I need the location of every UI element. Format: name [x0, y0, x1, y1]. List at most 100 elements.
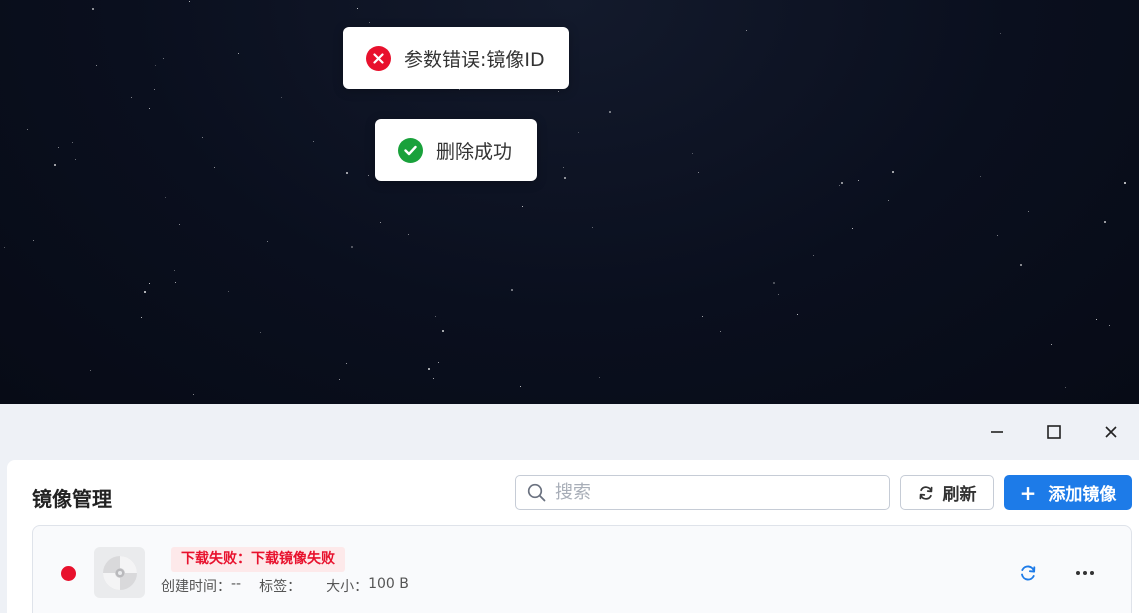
star: [746, 30, 747, 31]
star: [997, 235, 999, 237]
star: [1124, 182, 1127, 185]
star: [435, 316, 437, 318]
star: [511, 289, 514, 292]
star: [54, 164, 57, 167]
more-options-button[interactable]: [1073, 561, 1097, 585]
star: [339, 379, 341, 381]
image-list-item[interactable]: 下载失败：下载镜像失败 创建时间： -- 标签： 大小： 100 B: [32, 525, 1132, 613]
star: [892, 171, 895, 174]
background-starfield: [0, 0, 1139, 404]
star: [841, 182, 844, 185]
star: [260, 332, 261, 333]
star: [578, 132, 580, 134]
star: [75, 159, 76, 160]
star: [839, 185, 841, 187]
sync-icon: [1021, 565, 1036, 581]
star: [564, 177, 567, 180]
star: [368, 175, 369, 176]
star: [144, 291, 147, 294]
star: [228, 291, 229, 292]
status-dot: [61, 566, 76, 581]
star: [858, 180, 860, 182]
minimize-button[interactable]: [968, 404, 1025, 460]
star: [33, 240, 35, 242]
star: [442, 330, 445, 333]
star: [155, 65, 156, 66]
minimize-icon: [990, 431, 1003, 433]
star: [1020, 264, 1023, 267]
close-button[interactable]: [1082, 404, 1139, 460]
disc-icon: [94, 547, 145, 598]
star: [131, 97, 132, 98]
star: [813, 255, 814, 256]
size-label: 大小：: [326, 579, 369, 595]
plus-icon: +: [1019, 480, 1037, 505]
star: [346, 172, 349, 175]
check-circle-icon: [398, 137, 423, 163]
star: [189, 1, 190, 2]
star: [428, 368, 431, 371]
star: [214, 167, 215, 168]
size-value: 100 B: [368, 576, 409, 592]
star: [267, 241, 269, 243]
star: [96, 65, 97, 66]
star: [888, 200, 889, 201]
star: [609, 111, 612, 114]
maximize-icon: [1046, 425, 1061, 439]
star: [4, 247, 6, 249]
star: [408, 234, 410, 236]
tags-label: 标签：: [259, 579, 302, 595]
error-circle-icon: [366, 45, 391, 71]
star: [797, 314, 799, 316]
star: [193, 394, 195, 396]
star: [1028, 211, 1029, 212]
star: [1109, 325, 1111, 327]
star: [433, 378, 434, 379]
star: [1065, 387, 1067, 389]
star: [369, 22, 371, 24]
star: [852, 228, 853, 229]
star: [165, 197, 166, 198]
star: [58, 147, 59, 148]
refresh-button[interactable]: 刷新: [900, 475, 994, 510]
star: [698, 172, 700, 174]
search-input[interactable]: [555, 482, 875, 503]
star: [202, 137, 203, 138]
star: [351, 246, 354, 249]
search-box[interactable]: [515, 475, 890, 510]
star: [380, 222, 382, 224]
star: [149, 283, 150, 284]
star: [520, 386, 521, 387]
star: [1051, 344, 1052, 345]
star: [459, 89, 461, 91]
success-toast: 删除成功: [375, 119, 537, 181]
star: [558, 91, 559, 92]
star: [1096, 319, 1098, 321]
star: [778, 294, 780, 296]
star: [238, 53, 240, 55]
star: [90, 370, 92, 372]
star: [174, 270, 175, 271]
star: [1000, 33, 1002, 35]
star: [92, 8, 95, 11]
maximize-button[interactable]: [1025, 404, 1082, 460]
star: [175, 282, 177, 284]
star: [563, 167, 565, 169]
window-controls: [968, 404, 1139, 460]
close-icon: [1104, 426, 1117, 438]
star: [27, 129, 28, 130]
star: [980, 176, 982, 178]
star: [522, 206, 523, 207]
star: [141, 317, 143, 319]
success-toast-text: 删除成功: [436, 140, 513, 163]
star: [1104, 221, 1107, 224]
star: [154, 89, 155, 90]
star: [692, 153, 693, 154]
sync-button[interactable]: [1018, 563, 1038, 583]
add-image-label: 添加镜像: [1048, 485, 1117, 505]
image-management-panel: 镜像管理 刷新 + 添加镜像: [7, 460, 1139, 613]
star: [149, 108, 150, 109]
star: [702, 316, 703, 317]
page-title: 镜像管理: [32, 487, 112, 511]
add-image-button[interactable]: + 添加镜像: [1004, 475, 1132, 510]
